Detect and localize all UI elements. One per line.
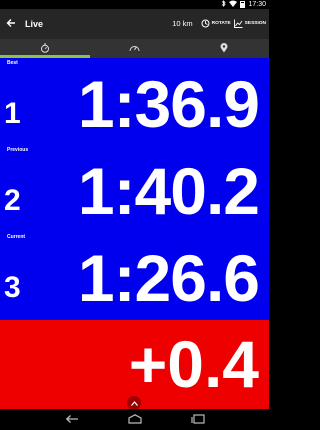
back-arrow-icon[interactable] bbox=[6, 16, 16, 32]
speedometer-icon bbox=[129, 43, 140, 54]
stopwatch-icon bbox=[40, 43, 50, 55]
location-pin-icon bbox=[220, 42, 228, 55]
app-toolbar: Live 10 km ROTATE SESSION bbox=[0, 9, 269, 39]
toolbar-actions: 10 km ROTATE SESSION bbox=[172, 17, 266, 31]
back-nav-icon bbox=[65, 411, 79, 429]
status-time: 17:30 bbox=[248, 1, 266, 8]
session-button[interactable]: SESSION bbox=[233, 15, 266, 33]
system-nav-bar bbox=[0, 409, 269, 430]
rotate-button[interactable]: ROTATE bbox=[201, 15, 231, 33]
session-label: SESSION bbox=[244, 21, 266, 26]
lap-times-panel: Best 1 1:36.9 Previous 2 1:40.2 Current … bbox=[0, 58, 269, 320]
status-bar: 17:30 bbox=[0, 0, 269, 9]
distance-label: 10 km bbox=[172, 19, 193, 28]
delta-panel: +0.4 bbox=[0, 320, 269, 410]
rotate-icon bbox=[201, 15, 210, 33]
lap-time: 1:36.9 bbox=[77, 67, 260, 141]
lap-row-current: Current 3 1:26.6 bbox=[0, 232, 269, 319]
row-label: Current bbox=[7, 234, 26, 240]
row-position: 3 bbox=[4, 271, 21, 304]
rotate-label: ROTATE bbox=[211, 21, 231, 26]
lap-row-previous: Previous 2 1:40.2 bbox=[0, 145, 269, 232]
expand-button[interactable] bbox=[127, 396, 141, 410]
lap-time: 1:26.6 bbox=[77, 241, 260, 315]
session-chart-icon bbox=[233, 15, 243, 33]
home-nav-icon bbox=[127, 411, 142, 429]
row-label: Best bbox=[7, 60, 18, 66]
recents-nav-button[interactable] bbox=[183, 411, 213, 429]
status-icons: 17:30 bbox=[221, 0, 266, 9]
tab-stopwatch[interactable] bbox=[0, 39, 90, 58]
lap-row-best: Best 1 1:36.9 bbox=[0, 58, 269, 145]
recents-nav-icon bbox=[190, 411, 205, 429]
chevron-up-icon bbox=[130, 398, 138, 408]
delta-value: +0.4 bbox=[128, 327, 259, 401]
row-position: 1 bbox=[4, 97, 21, 130]
lap-time: 1:40.2 bbox=[77, 154, 260, 228]
row-label: Previous bbox=[7, 147, 29, 153]
back-nav-button[interactable] bbox=[57, 411, 87, 429]
view-tabs bbox=[0, 39, 269, 58]
page-title: Live bbox=[25, 19, 44, 29]
tab-location[interactable] bbox=[179, 39, 269, 58]
battery-icon bbox=[240, 1, 246, 8]
row-position: 2 bbox=[4, 184, 21, 217]
tab-speedometer[interactable] bbox=[90, 39, 180, 58]
home-nav-button[interactable] bbox=[120, 411, 150, 429]
